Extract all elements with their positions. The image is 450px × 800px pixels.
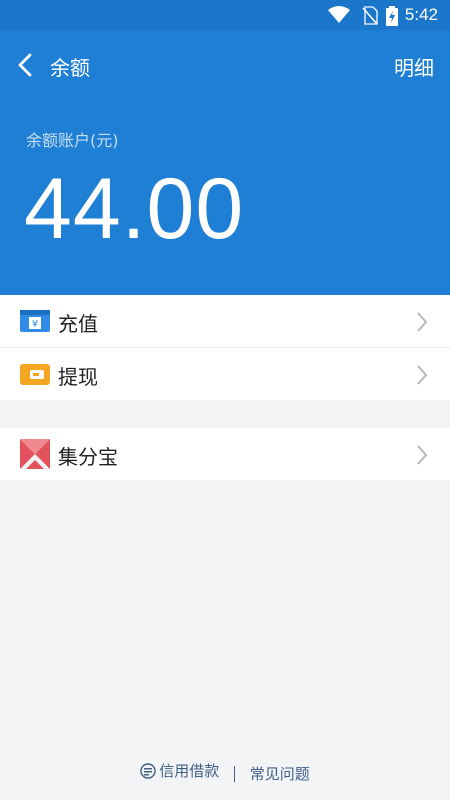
status-time: 5:42 xyxy=(404,5,438,24)
page-title: 余额 xyxy=(50,56,90,80)
detail-button[interactable]: 明细 xyxy=(394,52,434,81)
credit-loan-icon xyxy=(140,762,156,779)
credit-loan-link[interactable]: 信用借款 xyxy=(140,760,219,781)
jifenbao-icon xyxy=(20,439,50,469)
footer-links: 信用借款 常见问题 xyxy=(0,760,450,784)
faq-link[interactable]: 常见问题 xyxy=(250,763,310,784)
wifi-icon xyxy=(328,6,350,23)
recharge-row[interactable]: ¥ 充值 xyxy=(0,295,450,348)
withdraw-wallet-icon xyxy=(20,364,50,385)
points-list: 集分宝 xyxy=(0,428,450,480)
recharge-yen-icon: ¥ xyxy=(20,310,50,332)
svg-text:¥: ¥ xyxy=(32,319,38,330)
battery-charging-icon xyxy=(386,6,398,26)
jifenbao-label: 集分宝 xyxy=(58,445,118,469)
balance-amount: 44.00 xyxy=(24,161,245,257)
action-list: ¥ 充值 提现 xyxy=(0,295,450,400)
back-arrow-icon[interactable] xyxy=(14,52,38,78)
withdraw-row[interactable]: 提现 xyxy=(0,348,450,400)
balance-header: 余额 明细 余额账户(元) 44.00 xyxy=(0,30,450,295)
withdraw-label: 提现 xyxy=(58,365,98,389)
chevron-right-icon xyxy=(417,365,428,385)
jifenbao-row[interactable]: 集分宝 xyxy=(0,428,450,480)
no-sim-icon xyxy=(362,6,378,25)
footer-divider xyxy=(234,766,235,782)
credit-loan-label: 信用借款 xyxy=(159,762,220,780)
chevron-right-icon xyxy=(417,445,428,465)
status-bar: 5:42 xyxy=(0,0,450,30)
chevron-right-icon xyxy=(417,312,428,332)
balance-label: 余额账户(元) xyxy=(26,131,119,150)
recharge-label: 充值 xyxy=(58,312,98,336)
